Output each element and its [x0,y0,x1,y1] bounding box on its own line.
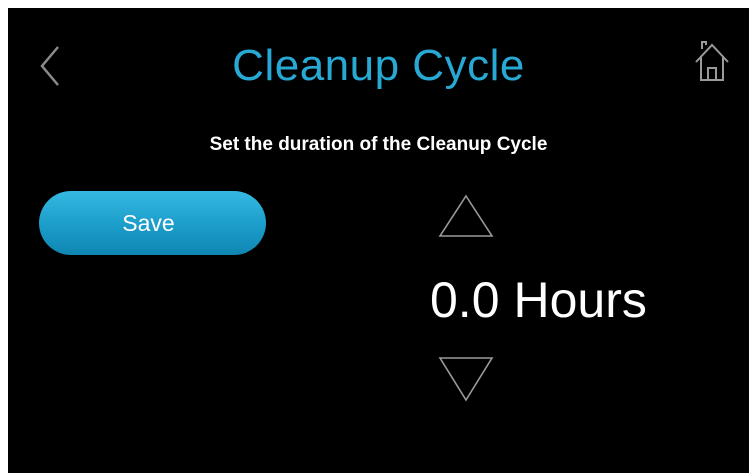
increase-button[interactable] [436,192,496,240]
page-title: Cleanup Cycle [232,41,525,90]
home-button[interactable] [692,38,732,86]
home-icon [695,41,729,81]
instruction-text: Set the duration of the Cleanup Cycle [209,134,548,155]
triangle-down-icon [438,357,494,402]
triangle-up-icon [438,194,494,237]
duration-display: 0.0 Hours [430,270,730,330]
duration-unit: Hours [513,272,647,328]
duration-value: 0.0 [430,272,500,328]
save-button-label: Save [122,210,175,236]
screen: Cleanup Cycle Set the duration of the Cl… [8,8,749,473]
save-button[interactable]: Save [39,191,266,255]
decrease-button[interactable] [436,354,496,404]
